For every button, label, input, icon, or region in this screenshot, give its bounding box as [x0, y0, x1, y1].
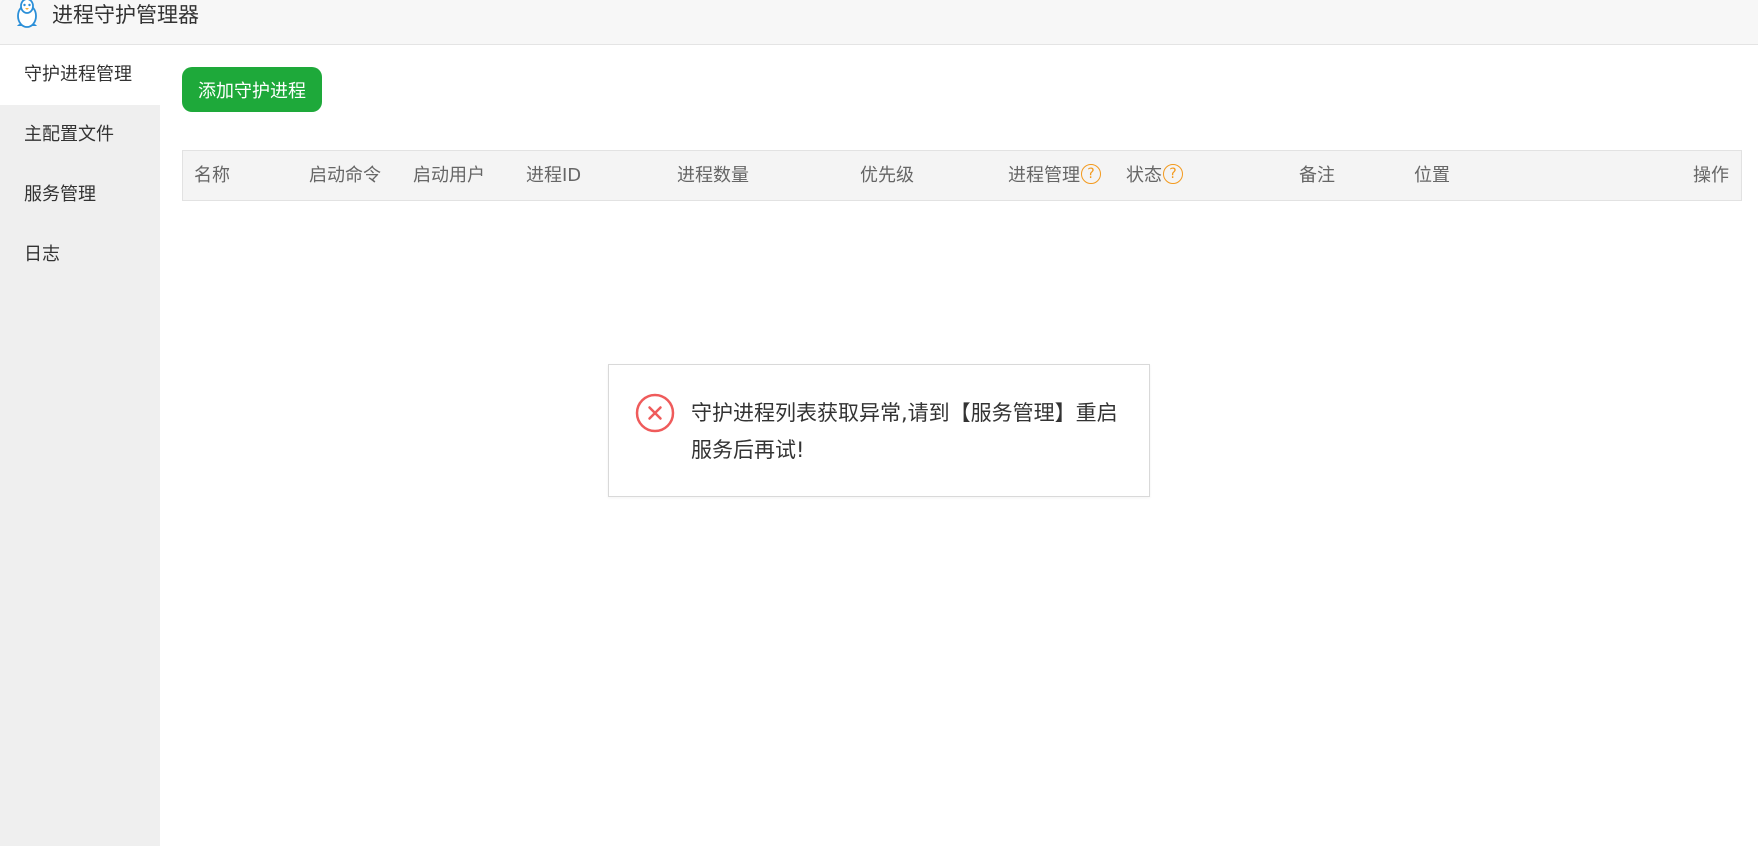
column-header-process-count[interactable]: 进程数量 [677, 151, 749, 200]
app-title: 进程守护管理器 [52, 3, 199, 27]
help-icon[interactable]: ? [1163, 164, 1183, 184]
sidebar-item-service-management[interactable]: 服务管理 [0, 165, 160, 225]
column-header-process-management-label: 进程管理 [1008, 165, 1080, 186]
sidebar: 守护进程管理 主配置文件 服务管理 日志 [0, 45, 160, 846]
sidebar-item-daemon-management[interactable]: 守护进程管理 [0, 45, 160, 105]
sidebar-item-main-config[interactable]: 主配置文件 [0, 105, 160, 165]
column-header-start-command[interactable]: 启动命令 [309, 151, 381, 200]
linux-penguin-icon [17, 0, 37, 28]
column-header-status-label: 状态 [1126, 165, 1162, 186]
column-header-start-user[interactable]: 启动用户 [413, 151, 485, 200]
error-message: 守护进程列表获取异常,请到【服务管理】重启服务后再试! [691, 401, 1118, 462]
sidebar-item-logs[interactable]: 日志 [0, 225, 160, 285]
add-daemon-button[interactable]: 添加守护进程 [182, 67, 322, 112]
process-table-header: 名称 启动命令 启动用户 进程ID 进程数量 优先级 进程管理? 状态? 备注 … [182, 150, 1742, 201]
column-header-remark[interactable]: 备注 [1299, 151, 1335, 200]
error-circle-x-icon [635, 393, 675, 433]
column-header-status[interactable]: 状态? [1126, 151, 1183, 200]
help-icon[interactable]: ? [1081, 164, 1101, 184]
column-header-process-management[interactable]: 进程管理? [1008, 151, 1101, 200]
column-header-process-id[interactable]: 进程ID [526, 151, 581, 200]
column-header-priority[interactable]: 优先级 [860, 151, 914, 200]
title-bar: 进程守护管理器 [0, 0, 1758, 45]
column-header-actions[interactable]: 操作 [1693, 151, 1729, 200]
error-toast: 守护进程列表获取异常,请到【服务管理】重启服务后再试! [608, 364, 1150, 497]
column-header-location[interactable]: 位置 [1414, 151, 1450, 200]
column-header-name[interactable]: 名称 [194, 151, 230, 200]
